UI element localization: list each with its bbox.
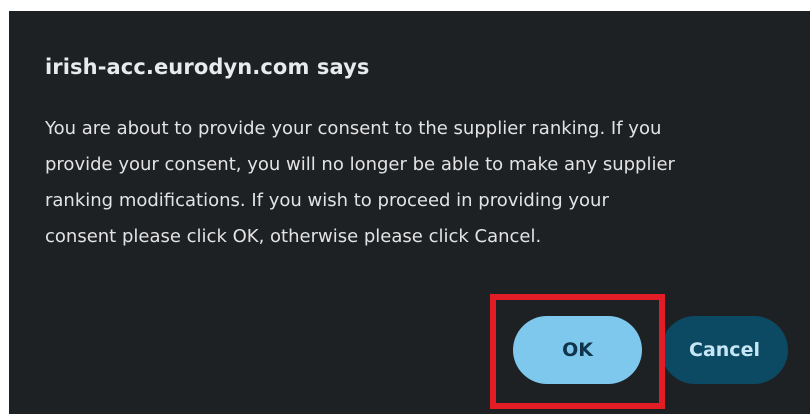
confirm-dialog: irish-acc.eurodyn.com says You are about… [9,11,810,414]
cancel-button[interactable]: Cancel [661,316,788,384]
dialog-message: You are about to provide your consent to… [45,118,675,247]
ok-button[interactable]: OK [513,316,642,384]
dialog-title: irish-acc.eurodyn.com says [45,55,370,79]
